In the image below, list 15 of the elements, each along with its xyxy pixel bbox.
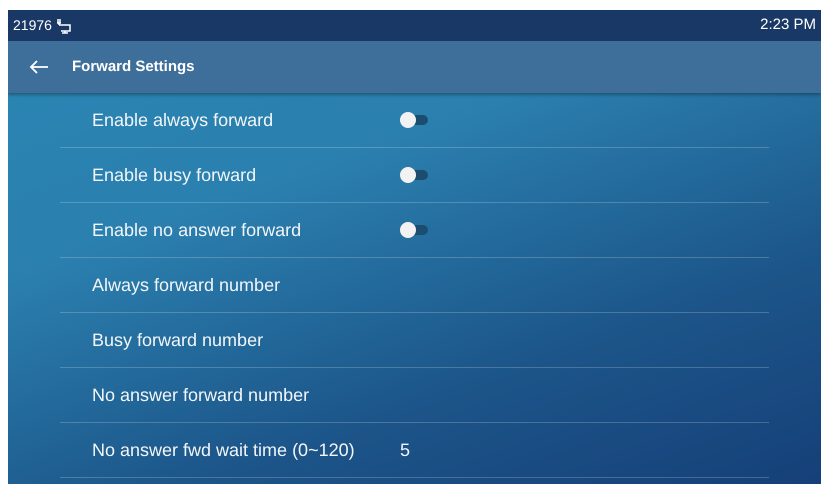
toggle-switch[interactable] (400, 222, 428, 238)
setting-label: Busy forward number (92, 328, 264, 352)
extension-number: 21976 (13, 16, 52, 35)
page-title: Forward Settings (72, 56, 195, 77)
setting-label: Enable no answer forward (92, 218, 302, 242)
setting-label: No answer forward number (92, 384, 310, 406)
setting-label: No answer fwd wait time (0~120) (92, 438, 356, 462)
setting-label: Enable busy forward (92, 164, 258, 187)
clock-time: 2:23 PM (760, 15, 816, 36)
toggle-switch[interactable] (400, 167, 428, 183)
toggle-switch[interactable] (400, 112, 428, 128)
network-icon (56, 18, 72, 34)
setting-label: Enable always forward (92, 108, 274, 132)
setting-value[interactable]: 5 (400, 436, 410, 464)
setting-label: Always forward number (92, 274, 282, 297)
